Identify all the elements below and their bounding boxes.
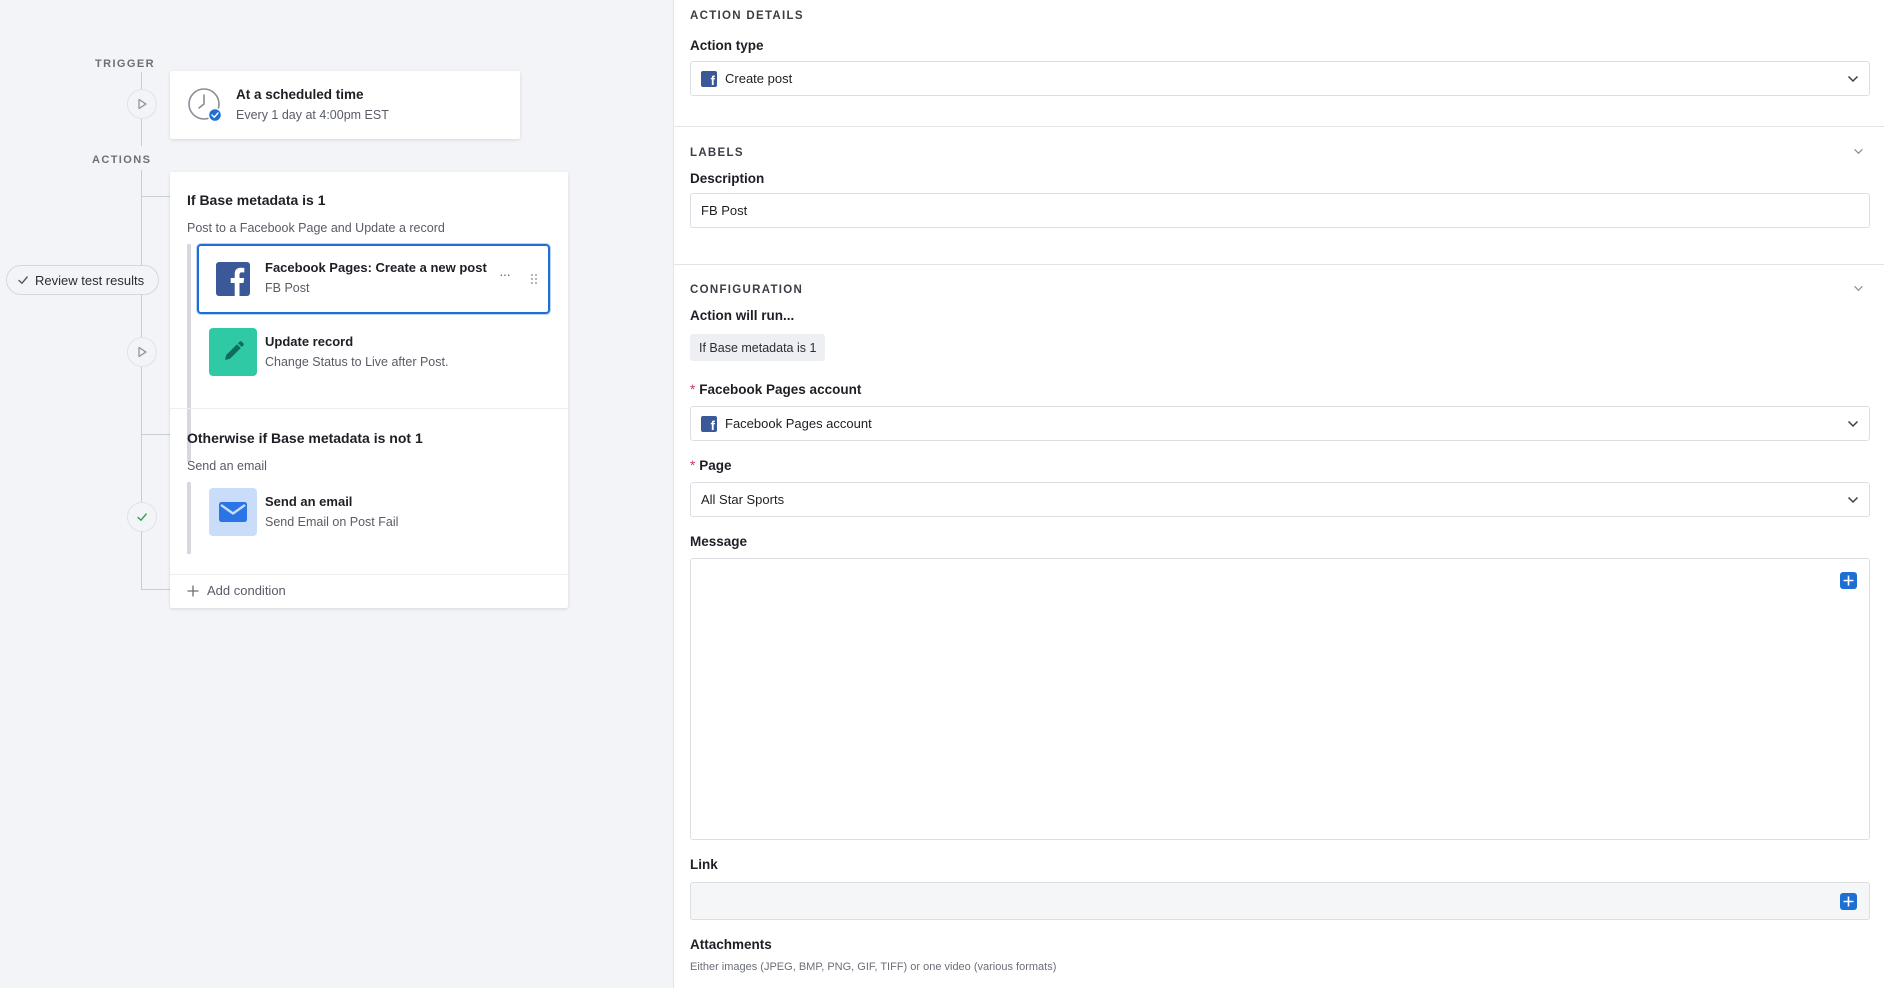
branch-connector — [141, 589, 171, 590]
chevron-down-icon — [1847, 420, 1859, 427]
action-will-run-label: Action will run... — [690, 308, 795, 323]
page-select[interactable]: All Star Sports — [690, 482, 1870, 517]
step-facebook-create-post[interactable]: Facebook Pages: Create a new post FB Pos… — [197, 244, 550, 314]
facebook-icon — [209, 255, 257, 303]
facebook-account-value: Facebook Pages account — [725, 416, 872, 431]
labels-section-heading[interactable]: LABELS — [690, 147, 744, 159]
step-subtitle: Send Email on Post Fail — [265, 515, 399, 529]
trigger-section-label: TRIGGER — [95, 58, 155, 70]
facebook-account-select[interactable]: f Facebook Pages account — [690, 406, 1870, 441]
action-type-select[interactable]: f Create post — [690, 61, 1870, 96]
condition2-branch-bar — [187, 482, 191, 554]
step-subtitle: FB Post — [265, 281, 310, 295]
check-icon — [137, 513, 147, 521]
description-label: Description — [690, 171, 765, 186]
step-subtitle: Change Status to Live after Post. — [265, 355, 449, 369]
check-icon — [18, 276, 28, 284]
facebook-icon: f — [701, 70, 717, 87]
branch-connector — [141, 196, 171, 197]
action-type-label: Action type — [690, 38, 764, 53]
clock-icon — [187, 87, 223, 123]
more-options-icon[interactable]: ··· — [499, 266, 511, 282]
chevron-down-icon[interactable] — [1853, 148, 1864, 155]
plus-icon — [187, 585, 199, 596]
section-divider — [674, 264, 1884, 265]
facebook-account-label: * Facebook Pages account — [690, 382, 861, 397]
chevron-down-icon[interactable] — [1853, 285, 1864, 292]
attachments-hint: Either images (JPEG, BMP, PNG, GIF, TIFF… — [690, 961, 1057, 973]
step-title: Update record — [265, 334, 354, 349]
facebook-account-label-text: Facebook Pages account — [699, 382, 862, 397]
trigger-title: At a scheduled time — [236, 87, 364, 102]
condition1-run-node[interactable] — [127, 337, 157, 367]
review-test-results-label: Review test results — [35, 272, 145, 288]
actions-section-label: ACTIONS — [92, 154, 152, 166]
play-icon — [138, 98, 147, 110]
trigger-run-node[interactable] — [127, 89, 157, 119]
envelope-icon — [209, 488, 257, 536]
step-title: Facebook Pages: Create a new post — [265, 260, 487, 275]
section-divider — [674, 126, 1884, 127]
condition1-subtitle: Post to a Facebook Page and Update a rec… — [187, 221, 445, 235]
add-condition-button[interactable]: Add condition — [187, 583, 286, 598]
plus-icon — [1843, 896, 1854, 907]
page-label: * Page — [690, 458, 732, 473]
drag-handle-icon[interactable] — [530, 272, 538, 290]
action-details-heading: ACTION DETAILS — [690, 10, 804, 22]
review-test-results-button[interactable]: Review test results — [6, 265, 160, 295]
add-condition-divider — [170, 574, 568, 575]
pencil-icon — [209, 328, 257, 376]
condition-divider — [170, 408, 568, 409]
required-mark: * — [690, 382, 696, 397]
chevron-down-icon — [1847, 75, 1859, 82]
description-value: FB Post — [701, 203, 748, 218]
message-textarea[interactable] — [690, 558, 1870, 840]
add-condition-label: Add condition — [207, 583, 286, 598]
step-send-email[interactable]: Send an email Send Email on Post Fail — [197, 482, 550, 544]
message-label: Message — [690, 534, 748, 549]
chevron-down-icon — [1847, 496, 1859, 503]
insert-field-button[interactable] — [1840, 572, 1857, 589]
play-icon — [138, 346, 147, 358]
attachments-label: Attachments — [690, 937, 772, 952]
description-input[interactable]: FB Post — [690, 193, 1870, 228]
condition2-title[interactable]: Otherwise if Base metadata is not 1 — [187, 430, 423, 446]
facebook-icon: f — [701, 415, 717, 432]
insert-field-button[interactable] — [1840, 893, 1857, 910]
step-update-record[interactable]: Update record Change Status to Live afte… — [197, 322, 550, 384]
trigger-card[interactable]: At a scheduled time Every 1 day at 4:00p… — [170, 71, 520, 139]
configuration-section-heading[interactable]: CONFIGURATION — [690, 284, 803, 296]
automation-canvas: TRIGGER ACTIONS Review test results At a… — [0, 0, 673, 988]
condition-chip: If Base metadata is 1 — [690, 334, 826, 361]
condition2-subtitle: Send an email — [187, 459, 267, 473]
step-title: Send an email — [265, 494, 353, 509]
actions-card: If Base metadata is 1 Post to a Facebook… — [170, 172, 568, 608]
plus-icon — [1843, 575, 1854, 586]
condition2-status-node[interactable] — [127, 502, 157, 532]
condition1-title[interactable]: If Base metadata is 1 — [187, 192, 326, 208]
link-label: Link — [690, 857, 718, 872]
branch-connector — [141, 434, 171, 435]
trigger-subtitle: Every 1 day at 4:00pm EST — [236, 108, 389, 122]
action-type-value: Create post — [725, 71, 793, 86]
page-value: All Star Sports — [701, 492, 785, 507]
action-details-panel: ACTION DETAILS Action type f Create post… — [674, 0, 1884, 988]
page-label-text: Page — [699, 458, 732, 473]
required-mark: * — [690, 458, 696, 473]
link-input[interactable] — [690, 882, 1870, 920]
